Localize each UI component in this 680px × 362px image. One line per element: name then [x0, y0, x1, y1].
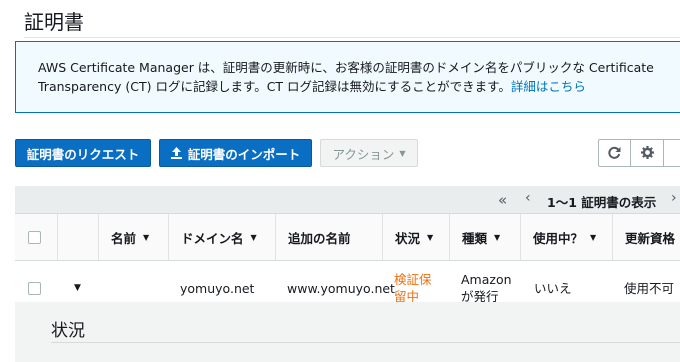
upload-icon [170, 147, 182, 159]
sort-caret-icon: ▼ [590, 232, 597, 242]
column-header-name[interactable]: 名前 ▼ [98, 214, 168, 260]
next-page-icon[interactable]: › [671, 190, 677, 206]
info-banner: AWS Certificate Manager は、証明書の更新時に、お客様の証… [15, 41, 680, 113]
table-header: 名前 ▼ ドメイン名 ▼ 追加の名前 状況 ▼ 種類 ▼ 使用中？ ▼ 更新資格 [15, 214, 680, 261]
certificates-table: « ‹ 1〜1 証明書の表示 › 名前 ▼ ドメイン名 ▼ 追加の名前 状況 ▼ 種類… [15, 186, 680, 316]
row-checkbox[interactable] [28, 281, 41, 295]
sort-caret-icon: ▼ [250, 232, 257, 242]
column-header-in-use[interactable]: 使用中？ ▼ [520, 214, 612, 260]
expand-caret-icon[interactable]: ▼ [74, 280, 81, 297]
gear-icon [640, 144, 654, 163]
pagination-text: 1〜1 証明書の表示 [547, 195, 657, 210]
column-header-additional-names[interactable]: 追加の名前 [275, 214, 382, 260]
sort-caret-icon: ▼ [494, 232, 501, 242]
first-page-icon[interactable]: « [498, 191, 507, 209]
detail-section-title: 状況 [51, 321, 85, 341]
refresh-icon [608, 144, 621, 163]
more-button[interactable] [664, 139, 680, 167]
sort-caret-icon: ▼ [427, 232, 434, 242]
request-certificate-label: 証明書のリクエスト [26, 146, 140, 162]
settings-button[interactable] [631, 139, 664, 167]
import-certificate-button[interactable]: 証明書のインポート [159, 139, 312, 167]
refresh-button[interactable] [598, 139, 631, 167]
learn-more-link[interactable]: 詳細はこちら [511, 79, 586, 94]
column-header-renewal[interactable]: 更新資格 [612, 214, 680, 260]
column-header-type[interactable]: 種類 ▼ [449, 214, 520, 260]
detail-panel: 状況 [15, 302, 680, 362]
actions-dropdown[interactable]: アクション ▼ [320, 139, 418, 167]
sort-caret-icon: ▼ [143, 232, 150, 242]
select-all-checkbox[interactable] [28, 230, 41, 244]
column-header-domain[interactable]: ドメイン名 ▼ [168, 214, 275, 260]
title-divider [24, 37, 680, 38]
expand-column-header [57, 214, 98, 260]
previous-page-icon[interactable]: ‹ [525, 190, 531, 206]
select-all-cell [15, 214, 57, 260]
actions-label: アクション [332, 146, 395, 162]
detail-divider [51, 342, 680, 343]
import-certificate-label: 証明書のインポート [187, 146, 301, 162]
column-header-status[interactable]: 状況 ▼ [382, 214, 449, 260]
page-title: 証明書 [24, 10, 84, 34]
caret-down-icon: ▼ [399, 148, 406, 158]
request-certificate-button[interactable]: 証明書のリクエスト [15, 139, 151, 167]
pagination-bar: « ‹ 1〜1 証明書の表示 › [15, 186, 680, 214]
